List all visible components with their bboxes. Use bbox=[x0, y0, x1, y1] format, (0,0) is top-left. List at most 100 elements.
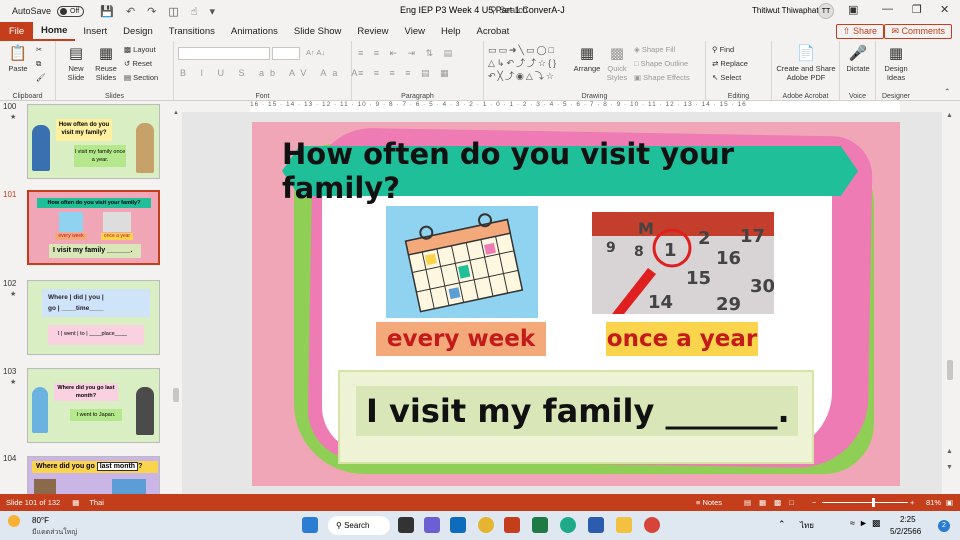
share-button[interactable]: ⇧ Share bbox=[835, 24, 884, 39]
align-icons[interactable]: ≡ ≡ ≡ ≡ ▤ ▦ bbox=[358, 68, 453, 79]
list-icons[interactable]: ≡ ≡ ⇤ ⇥ ⇅ ▤ bbox=[358, 48, 456, 59]
tab-acrobat[interactable]: Acrobat bbox=[469, 22, 518, 41]
tab-review[interactable]: Review bbox=[349, 22, 396, 41]
format-painter-icon[interactable]: 🖌 bbox=[36, 73, 46, 82]
weather-temp[interactable]: 80°F bbox=[32, 516, 49, 525]
dictate-button[interactable]: 🎤 Dictate bbox=[842, 45, 874, 73]
ribbon-display-icon[interactable]: ▣ bbox=[848, 3, 858, 16]
input-language[interactable]: ไทย bbox=[800, 519, 814, 532]
close-icon[interactable]: ✕ bbox=[940, 3, 949, 16]
notes-button[interactable]: ≡ Notes bbox=[696, 498, 722, 507]
chrome-profile-icon[interactable] bbox=[644, 517, 660, 533]
create-share-pdf-button[interactable]: 📄 Create and Share Adobe PDF bbox=[774, 45, 838, 82]
label-once-a-year[interactable]: once a year bbox=[606, 322, 758, 356]
section-button[interactable]: ▤ Section bbox=[124, 73, 158, 82]
font-size-combo[interactable] bbox=[272, 47, 300, 60]
taskbar-search[interactable]: ⚲ Search bbox=[328, 516, 390, 535]
new-slide-button[interactable]: ▤ New Slide bbox=[62, 45, 90, 82]
shape-outline-button[interactable]: □ Shape Outline bbox=[634, 59, 688, 68]
touch-mode-icon[interactable]: ☝ bbox=[191, 5, 198, 18]
excel-icon[interactable] bbox=[532, 517, 548, 533]
font-name-combo[interactable] bbox=[178, 47, 270, 60]
cut-icon[interactable]: ✂ bbox=[36, 45, 42, 54]
paste-button[interactable]: 📋 Paste bbox=[4, 45, 32, 73]
word-icon[interactable] bbox=[588, 517, 604, 533]
replace-button[interactable]: ⇄ Replace bbox=[712, 59, 748, 68]
previous-slide-icon[interactable]: ▲ bbox=[946, 448, 953, 455]
view-buttons[interactable]: ▤▦▩□ bbox=[744, 498, 802, 507]
scroll-up-icon[interactable]: ▲ bbox=[173, 110, 179, 116]
undo-icon[interactable]: ↶ bbox=[126, 5, 135, 18]
tab-animations[interactable]: Animations bbox=[223, 22, 286, 41]
chrome-icon[interactable] bbox=[478, 517, 494, 533]
teams-chat-icon[interactable] bbox=[424, 517, 440, 533]
shapes-gallery[interactable]: ▭▭➜╲▭◯□ △↳↶⤴⤴☆{} ↶╳⤴◉△⤵☆ bbox=[488, 45, 558, 82]
comments-button[interactable]: ✉ Comments bbox=[884, 24, 952, 39]
weather-icon[interactable] bbox=[8, 515, 20, 527]
zoom-out-icon[interactable]: − bbox=[812, 498, 816, 507]
quick-styles-button[interactable]: ▩ Quick Styles bbox=[602, 45, 632, 82]
redo-icon[interactable]: ↷ bbox=[147, 5, 156, 18]
save-icon[interactable]: 💾 bbox=[100, 5, 114, 18]
slide-thumbnail-pane[interactable]: 100 ★ How often do you visit my family? … bbox=[0, 101, 170, 494]
user-name[interactable]: Thitiwut Thiwaphat bbox=[752, 6, 819, 15]
search-box[interactable]: ⚲ Search bbox=[490, 5, 528, 16]
language-status[interactable]: Thai bbox=[89, 498, 104, 507]
tab-view[interactable]: View bbox=[397, 22, 433, 41]
weather-desc[interactable]: มีแดดส่วนใหญ่ bbox=[32, 527, 77, 538]
slide-thumbnail-100[interactable]: How often do you visit my family? I visi… bbox=[27, 104, 160, 179]
shape-fill-button[interactable]: ◈ Shape Fill bbox=[634, 45, 675, 54]
zoom-in-icon[interactable]: + bbox=[910, 498, 914, 507]
windows-start-icon[interactable] bbox=[302, 517, 318, 533]
scroll-up-icon[interactable]: ▲ bbox=[946, 112, 953, 119]
calendar-date-photo-image[interactable]: M 1 2 17 8 9 16 15 14 29 30 bbox=[592, 212, 774, 314]
outlook-icon[interactable] bbox=[450, 517, 466, 533]
clock-date[interactable]: 5/2/2566 bbox=[890, 527, 921, 536]
select-button[interactable]: ↖ Select bbox=[712, 73, 741, 82]
font-format-icons[interactable]: B I U S ab AV Aa A bbox=[180, 68, 363, 78]
vertical-scrollbar[interactable]: ▲ ▲ ▼ bbox=[944, 112, 956, 494]
collapse-ribbon-icon[interactable]: ⌃ bbox=[944, 87, 950, 96]
clock-time[interactable]: 2:25 bbox=[900, 515, 916, 524]
calendar-illustration-image[interactable] bbox=[386, 206, 538, 318]
zoom-slider-thumb[interactable] bbox=[872, 498, 875, 507]
tray-chevron-icon[interactable]: ⌃ bbox=[778, 519, 786, 530]
layout-button[interactable]: ▩ Layout bbox=[124, 45, 156, 54]
tab-transitions[interactable]: Transitions bbox=[161, 22, 223, 41]
scroll-thumb[interactable] bbox=[173, 388, 179, 402]
autosave-toggle[interactable]: Off bbox=[57, 5, 85, 17]
powerpoint-icon[interactable] bbox=[504, 517, 520, 533]
minimize-icon[interactable]: — bbox=[882, 3, 893, 15]
slide-thumbnail-104[interactable]: Where did you go last month? bbox=[27, 456, 160, 494]
zoom-level[interactable]: 81% bbox=[926, 498, 941, 507]
tab-home[interactable]: Home bbox=[33, 22, 76, 41]
spellcheck-icon[interactable]: ▦ bbox=[72, 498, 79, 507]
thumbnail-scrollbar[interactable]: ▲ bbox=[172, 110, 180, 490]
tab-file[interactable]: File bbox=[0, 22, 33, 41]
fit-slide-icon[interactable]: ▣ bbox=[946, 498, 953, 507]
customize-qat-icon[interactable]: ▾ bbox=[210, 5, 216, 18]
scroll-thumb[interactable] bbox=[947, 360, 953, 380]
answer-sentence[interactable]: I visit my family _______. bbox=[356, 386, 798, 436]
restore-icon[interactable]: ❐ bbox=[912, 3, 922, 16]
design-ideas-button[interactable]: ▦ Design Ideas bbox=[878, 45, 914, 82]
shape-effects-button[interactable]: ▣ Shape Effects bbox=[634, 73, 690, 82]
grow-font-icon[interactable]: A↑ A↓ bbox=[306, 48, 325, 57]
label-every-week[interactable]: every week bbox=[376, 322, 546, 356]
file-explorer-icon[interactable] bbox=[616, 517, 632, 533]
slide-thumbnail-102[interactable]: Where | did | you | go | ____time____ I |… bbox=[27, 280, 160, 355]
tray-icons[interactable]: ≈►▩ bbox=[850, 518, 884, 529]
reuse-slides-button[interactable]: ▦ Reuse Slides bbox=[92, 45, 120, 82]
slide-thumbnail-101[interactable]: How often do you visit your family? ever… bbox=[27, 190, 160, 265]
slide-question[interactable]: How often do you visit your family? bbox=[282, 137, 858, 205]
find-button[interactable]: ⚲ Find bbox=[712, 45, 734, 54]
tab-help[interactable]: Help bbox=[433, 22, 469, 41]
slide-thumbnail-103[interactable]: Where did you go last month? I went to J… bbox=[27, 368, 160, 443]
reset-button[interactable]: ↺ Reset bbox=[124, 59, 152, 68]
zoom-slider-track[interactable] bbox=[822, 502, 908, 503]
tab-slide-show[interactable]: Slide Show bbox=[286, 22, 350, 41]
slide[interactable]: How often do you visit your family? M 1 … bbox=[252, 122, 900, 486]
tab-insert[interactable]: Insert bbox=[75, 22, 115, 41]
copy-icon[interactable]: ⧉ bbox=[36, 59, 41, 69]
tab-design[interactable]: Design bbox=[115, 22, 161, 41]
